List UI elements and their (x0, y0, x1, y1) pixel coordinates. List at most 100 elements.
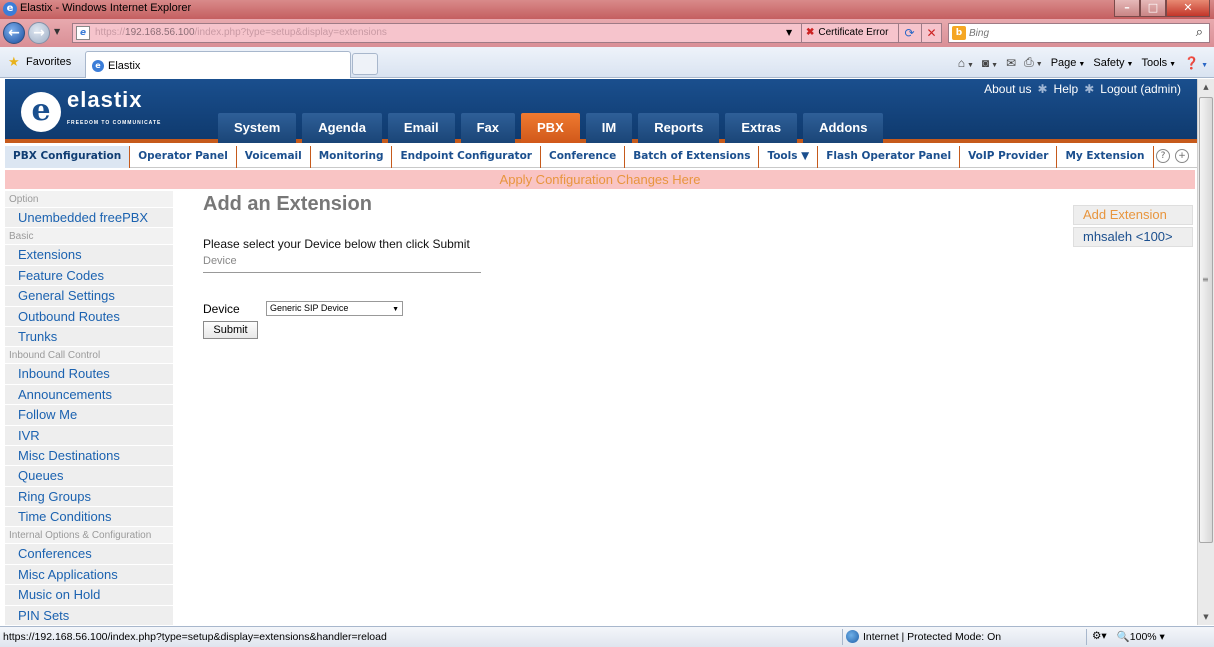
bing-icon: b (952, 26, 966, 40)
internet-globe-icon (846, 630, 859, 643)
window-title-bar: e Elastix - Windows Internet Explorer – … (0, 0, 1214, 19)
refresh-icon[interactable]: ⟳ (898, 24, 920, 42)
sidebar-item-misc-applications[interactable]: Misc Applications (5, 564, 173, 586)
about-us-link[interactable]: About us (984, 82, 1031, 96)
address-bar[interactable]: e https://192.168.56.100/index.php?type=… (72, 23, 942, 43)
feeds-icon[interactable]: ◙ ▼ (982, 56, 998, 70)
browser-tab[interactable]: e Elastix (85, 51, 351, 78)
sidebar-section-option: Option (5, 191, 173, 208)
scrollbar-thumb[interactable] (1199, 97, 1213, 543)
subnav-tools[interactable]: Tools ▼ (759, 145, 819, 168)
apply-configuration-bar[interactable]: Apply Configuration Changes Here (5, 170, 1195, 189)
elastix-logo-word: elastix FREEDOM TO COMMUNICATE (67, 89, 161, 134)
sidebar-item-announcements[interactable]: Announcements (5, 384, 173, 406)
subnav-pbx-configuration[interactable]: PBX Configuration (5, 145, 131, 168)
expand-circle-icon[interactable]: + (1175, 149, 1189, 163)
subnav-endpoint-configurator[interactable]: Endpoint Configurator (392, 145, 541, 168)
vertical-scrollbar[interactable]: ▲ ≡ ▼ (1197, 79, 1214, 625)
address-url[interactable]: https://192.168.56.100/index.php?type=se… (95, 27, 387, 38)
privacy-icon[interactable]: ⚙▾ (1092, 630, 1107, 643)
help-circle-icon[interactable]: ? (1156, 149, 1170, 163)
tab-extras[interactable]: Extras (725, 113, 798, 143)
main-tabs: System Agenda Email Fax PBX IM Reports E… (218, 113, 884, 143)
elastix-logo[interactable]: e elastix FREEDOM TO COMMUNICATE (21, 89, 161, 134)
sidebar-item-inbound-routes[interactable]: Inbound Routes (5, 364, 173, 385)
history-dropdown-icon[interactable]: ▼ (54, 27, 60, 36)
subnav-voip-provider[interactable]: VoIP Provider (960, 145, 1058, 168)
browser-tab-label: Elastix (108, 60, 141, 72)
logout-link[interactable]: Logout (admin) (1100, 82, 1181, 96)
device-label: Device (203, 301, 240, 316)
sidebar-item-ivr[interactable]: IVR (5, 425, 173, 446)
sidebar-item-unembedded-freepbx[interactable]: Unembedded freePBX (5, 208, 173, 229)
print-icon[interactable]: ⎙ ▼ (1024, 55, 1043, 70)
url-host: 192.168.56.100 (125, 27, 195, 38)
home-icon[interactable]: ⌂ ▼ (958, 56, 974, 70)
tab-agenda[interactable]: Agenda (302, 113, 382, 143)
tab-email[interactable]: Email (387, 113, 455, 143)
sidebar-item-time-conditions[interactable]: Time Conditions (5, 507, 173, 528)
sidebar-item-follow-me[interactable]: Follow Me (5, 405, 173, 426)
status-divider (1086, 629, 1087, 645)
new-tab-button[interactable] (352, 53, 378, 75)
subnav-batch-of-extensions[interactable]: Batch of Extensions (625, 145, 760, 168)
sidebar-item-music-on-hold[interactable]: Music on Hold (5, 585, 173, 606)
scroll-down-icon[interactable]: ▼ (1198, 609, 1214, 625)
search-icon[interactable]: ⌕ (1196, 25, 1203, 40)
subnav-monitoring[interactable]: Monitoring (311, 145, 393, 168)
submit-button[interactable]: Submit (203, 321, 258, 339)
sidebar-item-general-settings[interactable]: General Settings (5, 286, 173, 307)
back-button[interactable]: ← (3, 22, 25, 44)
sidebar-item-pin-sets[interactable]: PIN Sets (5, 605, 173, 625)
status-bar: https://192.168.56.100/index.php?type=se… (0, 626, 1214, 647)
subnav-conference[interactable]: Conference (541, 145, 626, 168)
sidebar-item-outbound-routes[interactable]: Outbound Routes (5, 306, 173, 327)
sidebar-item-ring-groups[interactable]: Ring Groups (5, 486, 173, 508)
tools-menu[interactable]: Tools ▼ (1141, 57, 1176, 69)
help-link[interactable]: Help (1054, 82, 1079, 96)
tab-system[interactable]: System (218, 113, 297, 143)
subnav-my-extension[interactable]: My Extension (1057, 145, 1154, 168)
top-links: About us ✱ Help ✱ Logout (admin) (984, 82, 1181, 96)
help-icon[interactable]: ❓ ▼ (1184, 56, 1208, 70)
maximize-button[interactable]: □ (1140, 0, 1166, 17)
certificate-error-button[interactable]: ✖ Certificate Error (801, 24, 888, 42)
sidebar-item-trunks[interactable]: Trunks (5, 326, 173, 348)
sidebar-item-misc-destinations[interactable]: Misc Destinations (5, 445, 173, 467)
safety-menu[interactable]: Safety ▼ (1093, 57, 1133, 69)
device-select[interactable]: Generic SIP Device ▼ (266, 301, 403, 316)
favorites-star-icon[interactable]: ★ (8, 55, 20, 70)
tab-fax[interactable]: Fax (460, 113, 516, 143)
sidebar-item-queues[interactable]: Queues (5, 466, 173, 487)
subnav-operator-panel[interactable]: Operator Panel (130, 145, 237, 168)
mail-icon[interactable]: ✉ (1006, 56, 1016, 70)
search-input[interactable] (969, 25, 1169, 41)
zoom-control[interactable]: ⚙▾ 🔍100% ▾ (1092, 630, 1165, 643)
extension-list-item[interactable]: mhsaleh <100> (1073, 227, 1193, 247)
stop-icon[interactable]: ✕ (921, 24, 941, 42)
scroll-grip-icon: ≡ (1202, 275, 1209, 284)
sidebar-item-extensions[interactable]: Extensions (5, 245, 173, 266)
subnav-flash-operator-panel[interactable]: Flash Operator Panel (818, 145, 961, 168)
close-button[interactable]: ✕ (1166, 0, 1210, 17)
tab-reports[interactable]: Reports (638, 113, 720, 143)
page-menu[interactable]: Page ▼ (1051, 57, 1086, 69)
security-zone[interactable]: Internet | Protected Mode: On (846, 630, 1001, 643)
zoom-level[interactable]: 🔍100% ▾ (1117, 630, 1165, 643)
address-dropdown-icon[interactable]: ▼ (786, 28, 792, 37)
forward-button[interactable]: → (28, 22, 50, 44)
scroll-up-icon[interactable]: ▲ (1198, 79, 1214, 95)
add-extension-link[interactable]: Add Extension (1073, 205, 1193, 225)
favorites-button[interactable]: Favorites (26, 56, 71, 68)
tab-page-icon: e (92, 60, 104, 72)
sidebar-item-feature-codes[interactable]: Feature Codes (5, 265, 173, 287)
tab-addons[interactable]: Addons (803, 113, 884, 143)
certificate-error-label: Certificate Error (818, 27, 889, 38)
subnav-voicemail[interactable]: Voicemail (237, 145, 311, 168)
tab-pbx[interactable]: PBX (521, 113, 580, 143)
sidebar-item-conferences[interactable]: Conferences (5, 544, 173, 565)
minimize-button[interactable]: – (1114, 0, 1140, 17)
tab-im[interactable]: IM (585, 113, 633, 143)
safety-menu-label: Safety (1093, 56, 1125, 69)
search-box[interactable]: b ⌕ (948, 23, 1210, 43)
